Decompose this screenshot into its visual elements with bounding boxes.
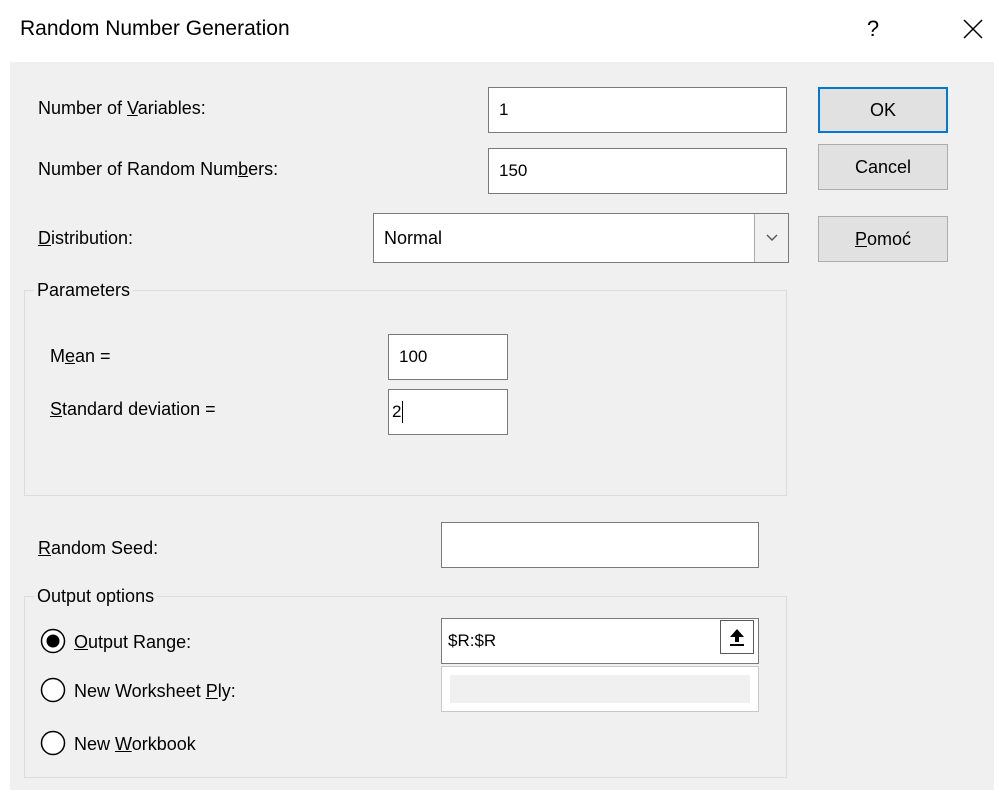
mean-input[interactable]: 100: [388, 334, 508, 380]
mean-label: Mean =: [50, 346, 111, 366]
distribution-select[interactable]: Normal: [373, 213, 789, 263]
output-range-value: $R:$R: [448, 631, 497, 650]
num-random-value: 150: [499, 161, 528, 180]
help-dialog-button[interactable]: Pomoć: [818, 216, 948, 262]
mean-value: 100: [399, 347, 428, 366]
num-random-input[interactable]: 150: [488, 148, 787, 194]
new-worksheet-ply-label[interactable]: New Worksheet Ply:: [74, 681, 236, 702]
help-button[interactable]: ?: [858, 12, 888, 46]
cancel-button[interactable]: Cancel: [818, 144, 948, 190]
distribution-label: Distribution:: [38, 228, 134, 248]
output-options-group-label: Output options: [34, 586, 158, 607]
new-worksheet-ply-input: [441, 666, 759, 712]
arrow-up-icon: [730, 629, 744, 646]
num-variables-input[interactable]: 1: [488, 87, 787, 133]
dialog-title: Random Number Generation: [20, 17, 290, 40]
disabled-input-fill: [450, 675, 750, 703]
close-button[interactable]: [958, 14, 988, 44]
output-range-label[interactable]: Output Range:: [74, 632, 191, 653]
chevron-down-icon: [766, 234, 777, 241]
title-bar: Random Number Generation ?: [0, 0, 1004, 62]
random-seed-input[interactable]: [441, 522, 759, 568]
dialog-body: Number of Variables: 1 Number of Random …: [10, 62, 994, 790]
new-workbook-radio[interactable]: [40, 730, 66, 756]
output-range-input[interactable]: $R:$R: [441, 618, 759, 664]
distribution-value: Normal: [384, 228, 443, 248]
ok-button[interactable]: OK: [818, 87, 948, 133]
collapse-dialog-button[interactable]: [720, 620, 754, 654]
output-range-radio[interactable]: [40, 628, 66, 654]
random-seed-label: Random Seed:: [38, 538, 159, 558]
stddev-input[interactable]: 2: [388, 389, 508, 435]
random-number-generation-dialog: Random Number Generation ? Number of Var…: [0, 0, 1004, 796]
stddev-label: Standard deviation =: [50, 399, 216, 419]
distribution-dropdown-button[interactable]: [754, 214, 788, 262]
num-variables-value: 1: [499, 100, 509, 119]
new-workbook-label[interactable]: New Workbook: [74, 734, 196, 755]
num-variables-label: Number of Variables:: [38, 98, 206, 118]
parameters-group-label: Parameters: [34, 280, 134, 301]
new-worksheet-ply-radio[interactable]: [40, 677, 66, 703]
close-icon: [963, 19, 983, 39]
text-caret: [402, 401, 404, 423]
stddev-value: 2: [392, 402, 402, 421]
num-random-label: Number of Random Numbers:: [38, 159, 279, 179]
